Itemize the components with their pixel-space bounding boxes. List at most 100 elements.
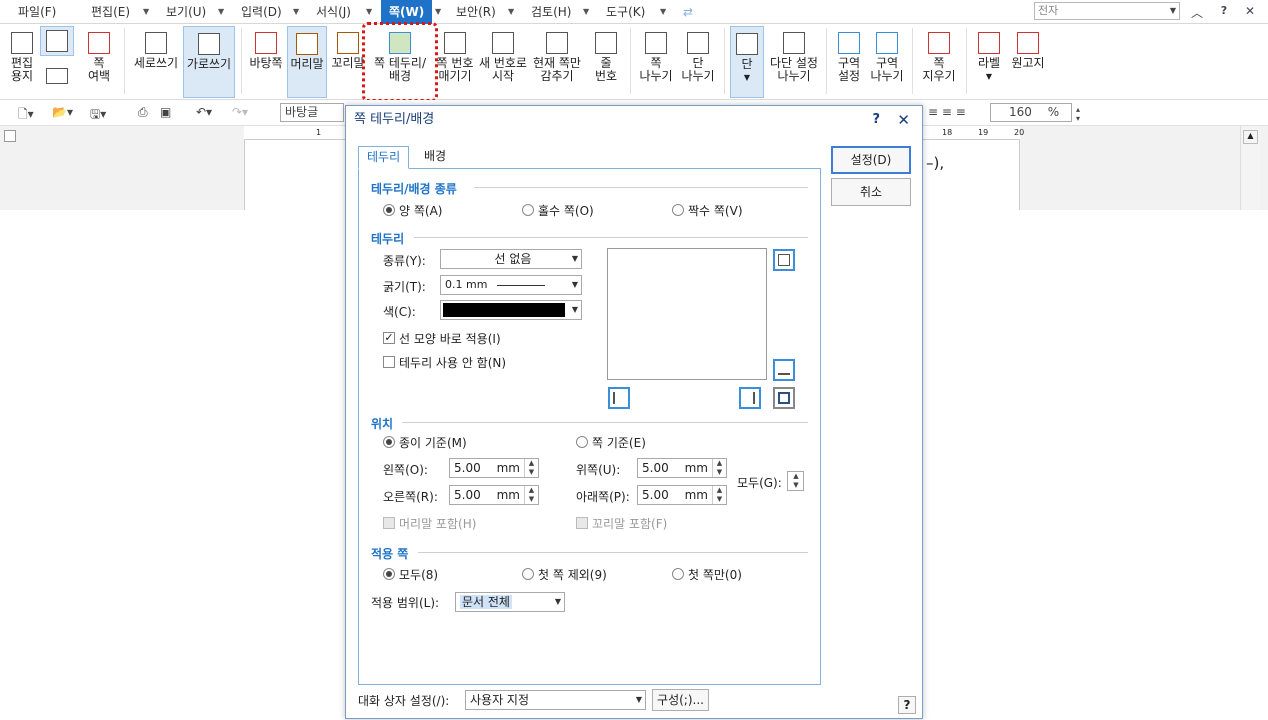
help-icon[interactable]: ? (1216, 4, 1232, 17)
multi-column-button[interactable]: 다단 설정 나누기 (767, 32, 821, 83)
menu-page[interactable]: 쪽(W) (381, 0, 433, 24)
print-icon[interactable]: ⎙ (138, 105, 148, 120)
close-icon[interactable]: ✕ (1242, 4, 1258, 18)
left-margin-spinner[interactable]: 5.00 mm ▲ ▼ (449, 458, 539, 478)
chevron-down-icon[interactable]: ▼ (293, 0, 299, 24)
menu-security[interactable]: 보안(R) (456, 0, 496, 24)
apply-shape-checkbox[interactable]: ✓ (383, 332, 395, 344)
chevron-down-icon[interactable]: ▼ (572, 276, 578, 294)
border-thickness-combo[interactable]: 0.1 mm ▼ (440, 275, 582, 295)
preview-icon[interactable]: ▣ (160, 105, 171, 119)
include-footer-checkbox[interactable] (576, 517, 588, 529)
background-page-button[interactable]: 바탕쪽 (247, 32, 285, 70)
radio-both-pages[interactable] (383, 204, 395, 216)
chevron-down-icon[interactable]: ▼ (583, 0, 589, 24)
zoom-combo[interactable]: 160 % (990, 103, 1072, 122)
border-type-combo[interactable]: 선 없음 ▼ (440, 249, 582, 269)
chevron-down-icon[interactable]: ▼ (143, 0, 149, 24)
column-button[interactable]: 단 ▼ (730, 26, 764, 98)
dialog-settings-combo[interactable]: 사용자 지정 ▼ (465, 690, 646, 710)
top-margin-spinner[interactable]: 5.00 mm ▲ ▼ (637, 458, 727, 478)
border-right-icon[interactable] (739, 387, 761, 409)
horizontal-writing-button[interactable]: 가로쓰기 (183, 26, 235, 98)
right-margin-spinner[interactable]: 5.00 mm ▲ ▼ (449, 485, 539, 505)
ribbon-collapse-icon[interactable]: ︿ (1189, 4, 1205, 21)
redo-icon[interactable]: ↷▾ (232, 105, 248, 119)
page-orientation-button[interactable] (40, 26, 74, 56)
ok-button[interactable]: 설정(D) (831, 146, 911, 174)
radio-all-pages[interactable] (383, 568, 395, 580)
landscape-button[interactable] (42, 68, 72, 87)
help-icon[interactable]: ? (872, 106, 880, 134)
radio-odd-pages[interactable] (522, 204, 534, 216)
sync-icon[interactable]: ⇄ (683, 0, 693, 24)
radio-first-only[interactable] (672, 568, 684, 580)
section-break-button[interactable]: 구역 나누기 (868, 32, 906, 83)
border-left-icon[interactable] (608, 387, 630, 409)
no-border-checkbox[interactable] (383, 356, 395, 368)
bottom-margin-spinner[interactable]: 5.00 mm ▲ ▼ (637, 485, 727, 505)
close-icon[interactable]: ✕ (897, 106, 910, 134)
page-margin-button[interactable]: 쪽 여백 (80, 32, 118, 83)
help-button[interactable]: ? (898, 696, 916, 714)
hide-current-page-button[interactable]: 현재 쪽만 감추기 (531, 32, 583, 83)
chevron-down-icon[interactable]: ▼ (435, 0, 441, 24)
menu-view[interactable]: 보기(U) (166, 0, 206, 24)
border-all-icon[interactable] (773, 249, 795, 271)
menu-review[interactable]: 검토(H) (531, 0, 571, 24)
header-button[interactable]: 머리말 (287, 26, 327, 98)
config-button[interactable]: 구성(;)... (652, 689, 709, 711)
spinner-arrows[interactable]: ▲ ▼ (712, 459, 726, 477)
chevron-down-icon[interactable]: ▼ (555, 593, 561, 611)
apply-range-combo[interactable]: 문서 전체 ▼ (455, 592, 565, 612)
chevron-down-icon[interactable]: ▼ (572, 250, 578, 268)
undo-icon[interactable]: ↶▾ (196, 105, 212, 119)
search-combo[interactable]: 전자 ▼ (1034, 2, 1180, 20)
radio-even-pages[interactable] (672, 204, 684, 216)
vertical-writing-button[interactable]: 세로쓰기 (132, 32, 180, 70)
spinner-arrows[interactable]: ▲ ▼ (789, 472, 803, 490)
line-number-button[interactable]: 줄 번호 (588, 32, 624, 83)
border-color-combo[interactable]: ▼ (440, 300, 582, 320)
chevron-down-icon[interactable]: ▼ (636, 691, 642, 709)
delete-page-button[interactable]: 쪽 지우기 (918, 32, 960, 83)
footer-button[interactable]: 꼬리말 (330, 32, 366, 70)
section-set-button[interactable]: 구역 설정 (832, 32, 866, 83)
tab-background[interactable]: 배경 (416, 146, 454, 169)
scroll-up-icon[interactable]: ▲ (1243, 130, 1258, 144)
all-margin-spinner[interactable]: ▲ ▼ (787, 471, 804, 491)
new-number-button[interactable]: 새 번호로 시작 (478, 32, 528, 83)
chevron-down-icon[interactable]: ▼ (366, 0, 372, 24)
vertical-scrollbar[interactable]: ▲ (1240, 126, 1260, 210)
chevron-down-icon[interactable]: ▼ (508, 0, 514, 24)
manuscript-button[interactable]: 원고지 (1008, 32, 1048, 70)
include-header-checkbox[interactable] (383, 517, 395, 529)
spinner-arrows[interactable]: ▲ ▼ (712, 486, 726, 504)
tab-stop-icon[interactable] (4, 130, 16, 142)
spinner-arrows[interactable]: ▲ ▼ (524, 486, 538, 504)
tab-border[interactable]: 테두리 (358, 146, 410, 169)
menu-format[interactable]: 서식(J) (316, 0, 351, 24)
menu-insert[interactable]: 입력(D) (241, 0, 282, 24)
new-document-icon[interactable]: 🗋▾ (18, 105, 34, 126)
label-button[interactable]: 라벨 ▼ (972, 32, 1006, 83)
radio-except-first[interactable] (522, 568, 534, 580)
chevron-down-icon[interactable]: ▼ (572, 301, 578, 319)
menu-edit[interactable]: 편집(E) (91, 0, 130, 24)
chevron-down-icon[interactable]: ▼ (1170, 3, 1176, 19)
radio-page-based[interactable] (576, 436, 588, 448)
menu-tools[interactable]: 도구(K) (606, 0, 645, 24)
menu-file[interactable]: 파일(F) (18, 0, 56, 24)
page-break-button[interactable]: 쪽 나누기 (636, 32, 676, 83)
border-box-icon[interactable] (773, 387, 795, 409)
border-bottom-icon[interactable] (773, 359, 795, 381)
save-icon[interactable]: 🖫▾ (90, 105, 106, 126)
open-folder-icon[interactable]: 📂▾ (52, 105, 73, 119)
page-number-button[interactable]: 쪽 번호 매기기 (434, 32, 476, 83)
spinner-arrows[interactable]: ▲ ▼ (524, 459, 538, 477)
align-icon[interactable]: ≡ ≡ ≡ (928, 105, 966, 119)
zoom-spinner[interactable]: ▴ ▾ (1076, 105, 1080, 123)
style-combo[interactable]: 바탕글 (280, 103, 344, 122)
chevron-down-icon[interactable]: ▼ (660, 0, 666, 24)
edit-paper-button[interactable]: 편집 용지 (4, 32, 40, 83)
